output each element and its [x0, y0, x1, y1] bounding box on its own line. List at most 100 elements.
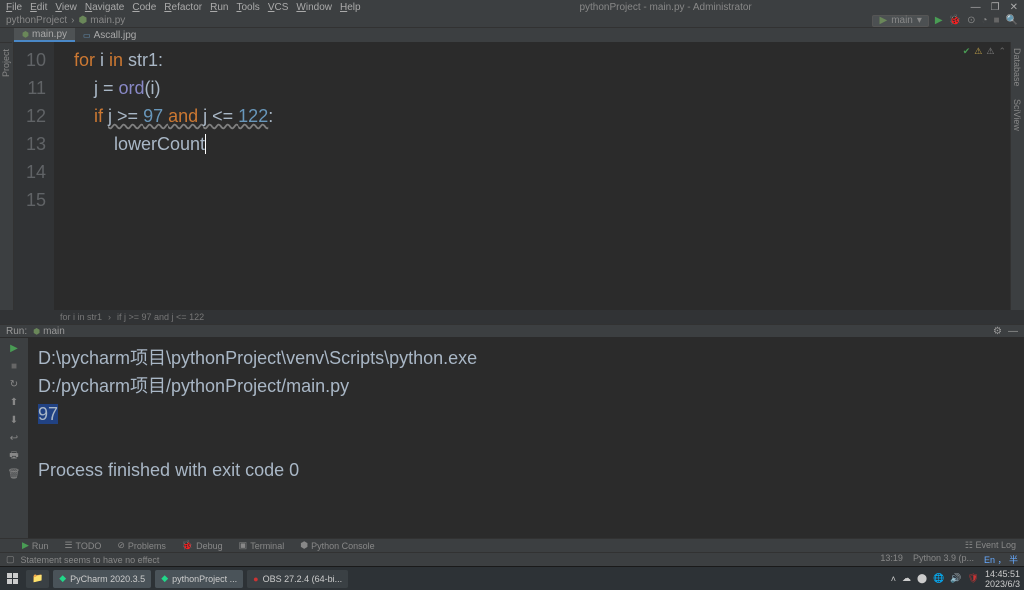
caret-position[interactable]: 13:19	[880, 553, 903, 566]
trash-button[interactable]: 🗑	[8, 468, 20, 480]
pycharm-icon: ◆	[59, 573, 66, 584]
soft-wrap-button[interactable]: ↩	[8, 432, 20, 444]
run-header: Run: ⬢ main ⚙ —	[0, 324, 1024, 338]
console-output[interactable]: D:\pycharm项目\pythonProject\venv\Scripts\…	[28, 338, 1024, 538]
ime-indicator[interactable]: En ， 半	[984, 553, 1018, 566]
menu-window[interactable]: Window	[296, 2, 332, 13]
profiler-button[interactable]: ◔	[981, 15, 987, 26]
taskbar-label: OBS 27.2.4 (64-bi...	[263, 574, 343, 584]
minimize-icon[interactable]: —	[971, 2, 981, 13]
left-tool-strip: Project	[0, 42, 14, 310]
time: 14:45:51	[985, 569, 1020, 579]
sidetab-project[interactable]: Project	[0, 42, 12, 83]
btab-python-console[interactable]: ⬢Python Console	[292, 540, 382, 551]
taskbar-item[interactable]: 📁	[26, 570, 49, 588]
run-config-selector[interactable]: ▶ main ▾	[872, 15, 928, 27]
stop-button[interactable]: ■	[994, 15, 1000, 26]
tab-label: main.py	[32, 29, 67, 40]
taskbar-item-pycharm[interactable]: ◆ PyCharm 2020.3.5	[53, 570, 151, 588]
gear-icon[interactable]: ⚙	[993, 326, 1002, 337]
restart-button[interactable]: ↻	[8, 378, 20, 390]
hide-icon[interactable]: —	[1008, 326, 1018, 337]
menu-tools[interactable]: Tools	[236, 2, 259, 13]
titlebar: File Edit View Navigate Code Refactor Ru…	[0, 0, 1024, 14]
menubar: File Edit View Navigate Code Refactor Ru…	[6, 0, 361, 14]
python-file-icon: ⬢	[79, 15, 88, 26]
run-toolbar: ▶ ■ ↻ ⬆ ⬇ ↩ 🖶 🗑	[0, 338, 28, 538]
menu-navigate[interactable]: Navigate	[85, 2, 124, 13]
btab-problems[interactable]: ⊘Problems	[109, 540, 174, 551]
run-coverage-button[interactable]: ⊙	[967, 15, 975, 26]
maximize-icon[interactable]: ❐	[991, 2, 1000, 13]
btab-run[interactable]: ▶Run	[14, 540, 56, 551]
menu-run[interactable]: Run	[210, 2, 228, 13]
breadcrumb-file[interactable]: main.py	[90, 15, 125, 26]
down-button[interactable]: ⬇	[8, 414, 20, 426]
pycharm-icon: ◆	[161, 573, 168, 584]
window-controls: — ❐ ✕	[971, 2, 1018, 13]
run-tab-label: main	[43, 326, 65, 337]
breadcrumb-segment[interactable]: for i in str1	[60, 312, 102, 322]
rerun-button[interactable]: ▶	[8, 342, 20, 354]
btab-todo[interactable]: ☰TODO	[56, 540, 109, 551]
clock[interactable]: 14:45:51 2023/6/3	[985, 569, 1020, 589]
navigation-bar: pythonProject › ⬢ main.py ▶ main ▾ ▶ 🐞 ⊙…	[0, 14, 1024, 28]
tab-main-py[interactable]: ⬢ main.py	[14, 28, 75, 42]
sidetab-sciview[interactable]: SciView	[1011, 93, 1023, 137]
chevron-up-icon[interactable]: ˄	[891, 574, 896, 584]
start-button[interactable]	[4, 570, 22, 588]
tray-icon[interactable]: 🛡	[968, 573, 979, 584]
obs-icon: ●	[253, 574, 258, 584]
menu-file[interactable]: File	[6, 2, 22, 13]
menu-view[interactable]: View	[55, 2, 77, 13]
close-icon[interactable]: ✕	[1010, 2, 1018, 13]
image-file-icon: ▭	[83, 31, 91, 40]
btab-terminal[interactable]: ▣Terminal	[231, 540, 293, 551]
volume-icon[interactable]: 🔊	[950, 573, 961, 584]
python-file-icon: ⬢	[22, 30, 29, 39]
debug-button[interactable]: 🐞	[949, 15, 961, 26]
print-button[interactable]: 🖶	[8, 450, 20, 462]
weak-warning-icon: ⚠	[986, 46, 994, 57]
taskbar-label: pythonProject ...	[172, 574, 237, 584]
network-icon[interactable]: 🌐	[933, 573, 944, 584]
explorer-icon: 📁	[32, 573, 43, 584]
run-button[interactable]: ▶	[935, 15, 943, 26]
menu-help[interactable]: Help	[340, 2, 361, 13]
os-taskbar: 📁 ◆ PyCharm 2020.3.5 ◆ pythonProject ...…	[0, 566, 1024, 590]
menu-refactor[interactable]: Refactor	[164, 2, 202, 13]
run-tab-main[interactable]: ⬢ main	[27, 326, 71, 337]
main-area: Project 101112131415 for i in str1: j = …	[0, 42, 1024, 310]
breadcrumb-project[interactable]: pythonProject	[6, 15, 67, 26]
up-button[interactable]: ⬆	[8, 396, 20, 408]
onedrive-icon[interactable]: ⬤	[917, 573, 927, 584]
search-everywhere-button[interactable]: 🔍	[1006, 15, 1018, 26]
code-editor[interactable]: 101112131415 for i in str1: j = ord(i) i…	[14, 42, 1010, 310]
event-log-button[interactable]: ☷ Event Log	[957, 540, 1024, 551]
python-run-icon: ⬢	[33, 327, 40, 336]
status-bar: ▢ Statement seems to have no effect 13:1…	[0, 552, 1024, 566]
status-message: Statement seems to have no effect	[21, 555, 160, 565]
tray-icon[interactable]: ☁	[902, 573, 911, 584]
run-title: Run:	[6, 326, 27, 337]
editor-inspection-widget[interactable]: ✔ ⚠ ⚠ ⌃	[963, 46, 1006, 57]
bottom-tool-tabs: ▶Run ☰TODO ⊘Problems 🐞Debug ▣Terminal ⬢P…	[0, 538, 1024, 552]
code-area[interactable]: for i in str1: j = ord(i) if j >= 97 and…	[54, 42, 1010, 310]
date: 2023/6/3	[985, 579, 1020, 589]
menu-code[interactable]: Code	[132, 2, 156, 13]
editor-tabs: ⬢ main.py ▭ Ascall.jpg	[0, 28, 1024, 42]
system-tray[interactable]: ˄ ☁ ⬤ 🌐 🔊 🛡 14:45:51 2023/6/3	[891, 569, 1020, 589]
menu-vcs[interactable]: VCS	[268, 2, 289, 13]
tab-ascall-jpg[interactable]: ▭ Ascall.jpg	[75, 28, 144, 42]
btab-debug[interactable]: 🐞Debug	[174, 540, 231, 551]
check-icon: ✔	[963, 46, 971, 57]
stop-button[interactable]: ■	[8, 360, 20, 372]
menu-edit[interactable]: Edit	[30, 2, 47, 13]
sidetab-database[interactable]: Database	[1011, 42, 1023, 93]
taskbar-item-project[interactable]: ◆ pythonProject ...	[155, 570, 243, 588]
status-icon[interactable]: ▢	[6, 554, 15, 565]
tab-label: Ascall.jpg	[94, 30, 137, 41]
taskbar-item-obs[interactable]: ● OBS 27.2.4 (64-bi...	[247, 570, 348, 588]
breadcrumb-segment[interactable]: if j >= 97 and j <= 122	[117, 312, 204, 322]
interpreter-widget[interactable]: Python 3.9 (p...	[913, 553, 974, 566]
